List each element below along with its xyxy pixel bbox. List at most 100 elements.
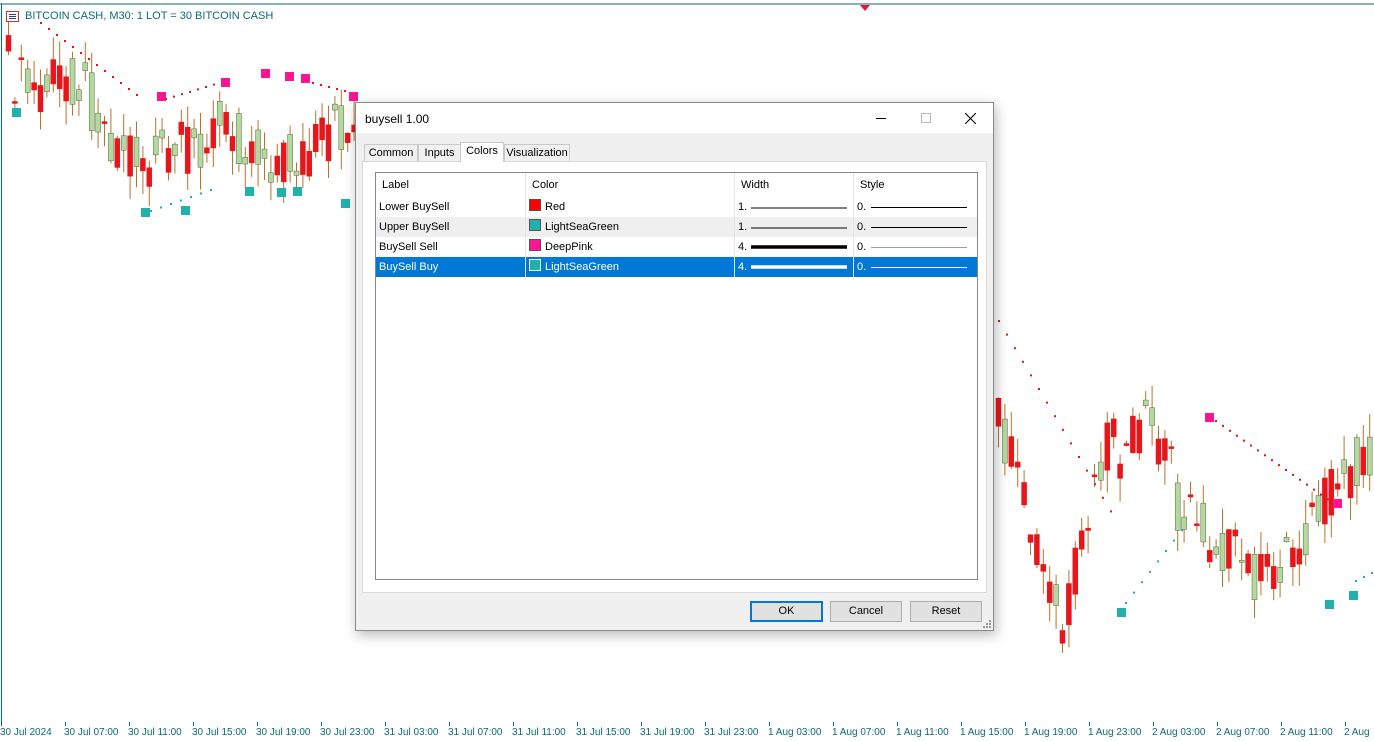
ok-button[interactable]: OK bbox=[750, 601, 823, 622]
candle-body bbox=[1226, 529, 1232, 569]
color-row[interactable]: Lower BuySell Red 1. 0. bbox=[376, 197, 977, 217]
candle-body bbox=[1085, 527, 1091, 531]
candle-body bbox=[56, 65, 63, 90]
candle-body bbox=[1334, 483, 1341, 490]
time-tick bbox=[961, 722, 962, 726]
style-line-preview bbox=[871, 267, 967, 268]
indicator-dot bbox=[1355, 580, 1357, 582]
reset-button[interactable]: Reset bbox=[910, 601, 982, 622]
signal-marker bbox=[141, 208, 150, 217]
candle-body bbox=[1040, 564, 1047, 572]
style-line-preview bbox=[871, 247, 967, 248]
candle-body bbox=[1078, 530, 1085, 550]
indicator-dot bbox=[64, 40, 66, 42]
row-width-select[interactable]: 1. bbox=[735, 217, 854, 237]
candle-body bbox=[1328, 469, 1335, 516]
time-label: 30 Jul 2024 bbox=[0, 727, 52, 738]
row-style-select[interactable]: 0. bbox=[854, 197, 977, 217]
color-swatch bbox=[529, 259, 541, 271]
row-width-select[interactable]: 4. bbox=[735, 257, 854, 277]
signal-marker bbox=[157, 92, 166, 101]
column-header-label[interactable]: Label bbox=[376, 173, 526, 197]
candle-body bbox=[5, 35, 12, 52]
row-style-select[interactable]: 0. bbox=[854, 217, 977, 237]
resize-grip-icon[interactable] bbox=[981, 618, 991, 628]
candle-body bbox=[18, 57, 25, 60]
candle-body bbox=[293, 170, 300, 176]
candle-body bbox=[1187, 494, 1194, 498]
indicator-dot bbox=[998, 320, 1000, 322]
candle-body bbox=[1277, 567, 1283, 583]
row-color-picker[interactable]: LightSeaGreen bbox=[526, 257, 735, 277]
row-style-select[interactable]: 0. bbox=[854, 237, 977, 257]
candle-body bbox=[1110, 418, 1117, 438]
row-width-select[interactable]: 4. bbox=[735, 237, 854, 257]
candle-body bbox=[82, 62, 89, 71]
signal-marker bbox=[285, 72, 294, 81]
indicator-dot bbox=[120, 82, 122, 84]
color-name: DeepPink bbox=[545, 241, 593, 253]
tab-inputs[interactable]: Inputs bbox=[418, 144, 461, 161]
candle-body bbox=[1206, 550, 1213, 563]
candle-body bbox=[1091, 474, 1098, 478]
candle-body bbox=[280, 142, 287, 183]
dialog-titlebar[interactable]: buysell 1.00 bbox=[356, 103, 993, 133]
row-color-picker[interactable]: Red bbox=[526, 197, 735, 217]
indicator-dot bbox=[1133, 591, 1135, 594]
candle-body bbox=[101, 121, 108, 124]
indicator-dot bbox=[1299, 478, 1301, 481]
candle-body bbox=[76, 89, 82, 101]
tab-colors[interactable]: Colors bbox=[460, 142, 504, 162]
tab-visualization[interactable]: Visualization bbox=[504, 144, 570, 161]
row-color-picker[interactable]: LightSeaGreen bbox=[526, 217, 735, 237]
column-header-style[interactable]: Style bbox=[854, 173, 977, 197]
cancel-button[interactable]: Cancel bbox=[830, 601, 902, 622]
chart-properties-icon[interactable] bbox=[6, 10, 19, 22]
indicator-dot bbox=[1030, 374, 1032, 377]
row-color-picker[interactable]: DeepPink bbox=[526, 237, 735, 257]
column-header-width[interactable]: Width bbox=[735, 173, 854, 197]
row-width-select[interactable]: 1. bbox=[735, 197, 854, 217]
candle-body bbox=[229, 136, 236, 152]
indicator-dot bbox=[1327, 498, 1329, 501]
minimize-button[interactable] bbox=[858, 103, 903, 133]
column-header-color[interactable]: Color bbox=[526, 173, 735, 197]
candle-body bbox=[1123, 443, 1130, 446]
colors-grid[interactable]: Label Color Width Style Lower BuySell Red… bbox=[375, 172, 978, 580]
indicator-dot bbox=[1250, 444, 1252, 447]
row-style-select[interactable]: 0. bbox=[854, 257, 977, 277]
color-swatch bbox=[529, 239, 541, 251]
indicator-properties-dialog[interactable]: buysell 1.00 Common Inputs Colors Visual… bbox=[355, 102, 994, 631]
candle-body bbox=[172, 143, 178, 156]
candle-body bbox=[165, 148, 172, 173]
indicator-dot bbox=[1363, 576, 1365, 578]
indicator-dot bbox=[190, 196, 192, 198]
indicator-dot bbox=[320, 84, 322, 86]
candle-body bbox=[268, 172, 274, 183]
indicator-dot bbox=[112, 76, 114, 78]
indicator-dot bbox=[160, 206, 162, 209]
color-row[interactable]: Upper BuySell LightSeaGreen 1. 0. bbox=[376, 217, 977, 237]
close-button[interactable] bbox=[948, 103, 993, 133]
candle-body bbox=[248, 141, 255, 164]
candle-body bbox=[1046, 581, 1053, 603]
candle-body bbox=[191, 128, 197, 139]
color-name: Red bbox=[545, 201, 566, 213]
indicator-dot bbox=[1046, 401, 1048, 404]
color-row[interactable]: BuySell Sell DeepPink 4. 0. bbox=[376, 237, 977, 257]
shift-marker-icon[interactable] bbox=[860, 5, 870, 11]
candle-body bbox=[338, 105, 345, 150]
time-label: 1 Aug 19:00 bbox=[1024, 727, 1078, 738]
indicator-dot bbox=[344, 90, 346, 92]
tab-common[interactable]: Common bbox=[364, 144, 418, 161]
candle-body bbox=[1117, 463, 1123, 479]
candle-body bbox=[1002, 418, 1008, 464]
candle-body bbox=[1296, 548, 1303, 565]
candle-body bbox=[216, 100, 223, 126]
candle-body bbox=[344, 132, 351, 143]
indicator-dot bbox=[1371, 572, 1373, 574]
time-tick bbox=[1153, 722, 1154, 726]
color-row[interactable]: BuySell Buy LightSeaGreen 4. 0. bbox=[376, 257, 977, 277]
candle-body bbox=[159, 129, 165, 139]
candle-body bbox=[1309, 502, 1315, 508]
